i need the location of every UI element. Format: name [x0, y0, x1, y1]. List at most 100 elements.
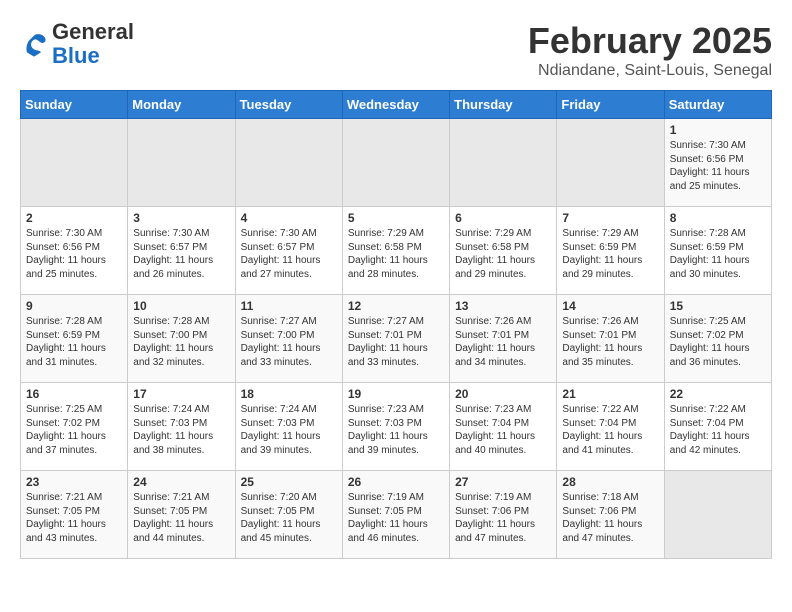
day-number: 2 [26, 211, 122, 225]
day-info: Sunrise: 7:30 AMSunset: 6:56 PMDaylight:… [26, 227, 122, 281]
calendar-cell: 28 Sunrise: 7:18 AMSunset: 7:06 PMDayligh… [557, 471, 664, 559]
calendar-cell: 4 Sunrise: 7:30 AMSunset: 6:57 PMDaylight… [235, 207, 342, 295]
calendar-cell: 8Sunrise: 7:28 AMSunset: 6:59 PMDaylight… [664, 207, 771, 295]
logo-general-text: General [52, 19, 134, 44]
day-info: Sunrise: 7:24 AMSunset: 7:03 PMDaylight:… [241, 403, 337, 457]
day-info: Sunrise: 7:20 AMSunset: 7:05 PMDaylight:… [241, 491, 337, 545]
day-number: 20 [455, 387, 551, 401]
day-number: 19 [348, 387, 444, 401]
calendar-cell: 24 Sunrise: 7:21 AMSunset: 7:05 PMDayligh… [128, 471, 235, 559]
weekday-header-friday: Friday [557, 91, 664, 119]
calendar-title: February 2025 [528, 20, 772, 62]
day-number: 3 [133, 211, 229, 225]
day-number: 4 [241, 211, 337, 225]
day-number: 18 [241, 387, 337, 401]
weekday-header-saturday: Saturday [664, 91, 771, 119]
day-info: Sunrise: 7:30 AMSunset: 6:56 PMDaylight:… [670, 139, 766, 193]
day-number: 9 [26, 299, 122, 313]
calendar-cell [235, 119, 342, 207]
day-number: 7 [562, 211, 658, 225]
calendar-cell: 2 Sunrise: 7:30 AMSunset: 6:56 PMDaylight… [21, 207, 128, 295]
day-number: 25 [241, 475, 337, 489]
day-info: Sunrise: 7:27 AMSunset: 7:00 PMDaylight:… [241, 315, 337, 369]
day-info: Sunrise: 7:30 AMSunset: 6:57 PMDaylight:… [133, 227, 229, 281]
day-info: Sunrise: 7:18 AMSunset: 7:06 PMDaylight:… [562, 491, 658, 545]
calendar-cell: 25 Sunrise: 7:20 AMSunset: 7:05 PMDayligh… [235, 471, 342, 559]
day-info: Sunrise: 7:21 AMSunset: 7:05 PMDaylight:… [26, 491, 122, 545]
day-info: Sunrise: 7:25 AMSunset: 7:02 PMDaylight:… [26, 403, 122, 457]
calendar-cell: 12Sunrise: 7:27 AMSunset: 7:01 PMDayligh… [342, 295, 449, 383]
day-info: Sunrise: 7:27 AMSunset: 7:01 PMDaylight:… [348, 315, 444, 369]
day-number: 5 [348, 211, 444, 225]
calendar-cell: 17 Sunrise: 7:24 AMSunset: 7:03 PMDayligh… [128, 383, 235, 471]
calendar-cell [342, 119, 449, 207]
day-number: 17 [133, 387, 229, 401]
day-number: 1 [670, 123, 766, 137]
day-number: 24 [133, 475, 229, 489]
page-header: General Blue February 2025 Ndiandane, Sa… [20, 20, 772, 80]
day-number: 14 [562, 299, 658, 313]
day-info: Sunrise: 7:23 AMSunset: 7:04 PMDaylight:… [455, 403, 551, 457]
day-info: Sunrise: 7:29 AMSunset: 6:58 PMDaylight:… [348, 227, 444, 281]
day-info: Sunrise: 7:26 AMSunset: 7:01 PMDaylight:… [455, 315, 551, 369]
calendar-cell [664, 471, 771, 559]
weekday-header-thursday: Thursday [450, 91, 557, 119]
day-info: Sunrise: 7:19 AMSunset: 7:05 PMDaylight:… [348, 491, 444, 545]
day-number: 6 [455, 211, 551, 225]
weekday-header-tuesday: Tuesday [235, 91, 342, 119]
day-number: 8 [670, 211, 766, 225]
day-info: Sunrise: 7:22 AMSunset: 7:04 PMDaylight:… [562, 403, 658, 457]
calendar-cell: 18 Sunrise: 7:24 AMSunset: 7:03 PMDayligh… [235, 383, 342, 471]
day-info: Sunrise: 7:29 AMSunset: 6:59 PMDaylight:… [562, 227, 658, 281]
weekday-header-row: SundayMondayTuesdayWednesdayThursdayFrid… [21, 91, 772, 119]
weekday-header-wednesday: Wednesday [342, 91, 449, 119]
calendar-cell: 7 Sunrise: 7:29 AMSunset: 6:59 PMDaylight… [557, 207, 664, 295]
day-number: 16 [26, 387, 122, 401]
calendar-cell: 1 Sunrise: 7:30 AMSunset: 6:56 PMDaylight… [664, 119, 771, 207]
calendar-cell: 22Sunrise: 7:22 AMSunset: 7:04 PMDayligh… [664, 383, 771, 471]
calendar-cell: 19 Sunrise: 7:23 AMSunset: 7:03 PMDayligh… [342, 383, 449, 471]
day-info: Sunrise: 7:28 AMSunset: 6:59 PMDaylight:… [26, 315, 122, 369]
day-info: Sunrise: 7:26 AMSunset: 7:01 PMDaylight:… [562, 315, 658, 369]
day-info: Sunrise: 7:23 AMSunset: 7:03 PMDaylight:… [348, 403, 444, 457]
day-info: Sunrise: 7:22 AMSunset: 7:04 PMDaylight:… [670, 403, 766, 457]
day-number: 21 [562, 387, 658, 401]
day-number: 11 [241, 299, 337, 313]
calendar-cell: 6Sunrise: 7:29 AMSunset: 6:58 PMDaylight… [450, 207, 557, 295]
weekday-header-sunday: Sunday [21, 91, 128, 119]
week-row-2: 2 Sunrise: 7:30 AMSunset: 6:56 PMDaylight… [21, 207, 772, 295]
week-row-1: 1 Sunrise: 7:30 AMSunset: 6:56 PMDaylight… [21, 119, 772, 207]
calendar-cell: 20 Sunrise: 7:23 AMSunset: 7:04 PMDayligh… [450, 383, 557, 471]
day-info: Sunrise: 7:30 AMSunset: 6:57 PMDaylight:… [241, 227, 337, 281]
logo-bird-icon [20, 30, 48, 58]
day-number: 15 [670, 299, 766, 313]
day-number: 13 [455, 299, 551, 313]
week-row-5: 23 Sunrise: 7:21 AMSunset: 7:05 PMDayligh… [21, 471, 772, 559]
calendar-cell: 11 Sunrise: 7:27 AMSunset: 7:00 PMDayligh… [235, 295, 342, 383]
calendar-cell: 23 Sunrise: 7:21 AMSunset: 7:05 PMDayligh… [21, 471, 128, 559]
day-number: 27 [455, 475, 551, 489]
calendar-cell: 15 Sunrise: 7:25 AMSunset: 7:02 PMDayligh… [664, 295, 771, 383]
week-row-3: 9 Sunrise: 7:28 AMSunset: 6:59 PMDaylight… [21, 295, 772, 383]
calendar-cell: 10Sunrise: 7:28 AMSunset: 7:00 PMDayligh… [128, 295, 235, 383]
calendar-cell [450, 119, 557, 207]
day-number: 26 [348, 475, 444, 489]
calendar-cell [128, 119, 235, 207]
calendar-cell: 5 Sunrise: 7:29 AMSunset: 6:58 PMDaylight… [342, 207, 449, 295]
calendar-cell: 21 Sunrise: 7:22 AMSunset: 7:04 PMDayligh… [557, 383, 664, 471]
day-number: 23 [26, 475, 122, 489]
weekday-header-monday: Monday [128, 91, 235, 119]
title-block: February 2025 Ndiandane, Saint-Louis, Se… [528, 20, 772, 80]
day-info: Sunrise: 7:24 AMSunset: 7:03 PMDaylight:… [133, 403, 229, 457]
calendar-cell [557, 119, 664, 207]
week-row-4: 16 Sunrise: 7:25 AMSunset: 7:02 PMDayligh… [21, 383, 772, 471]
calendar-table: SundayMondayTuesdayWednesdayThursdayFrid… [20, 90, 772, 559]
day-info: Sunrise: 7:28 AMSunset: 7:00 PMDaylight:… [133, 315, 229, 369]
day-info: Sunrise: 7:21 AMSunset: 7:05 PMDaylight:… [133, 491, 229, 545]
calendar-cell: 3 Sunrise: 7:30 AMSunset: 6:57 PMDaylight… [128, 207, 235, 295]
day-number: 28 [562, 475, 658, 489]
day-info: Sunrise: 7:25 AMSunset: 7:02 PMDaylight:… [670, 315, 766, 369]
calendar-cell: 13 Sunrise: 7:26 AMSunset: 7:01 PMDayligh… [450, 295, 557, 383]
calendar-cell: 27Sunrise: 7:19 AMSunset: 7:06 PMDayligh… [450, 471, 557, 559]
calendar-cell: 16 Sunrise: 7:25 AMSunset: 7:02 PMDayligh… [21, 383, 128, 471]
